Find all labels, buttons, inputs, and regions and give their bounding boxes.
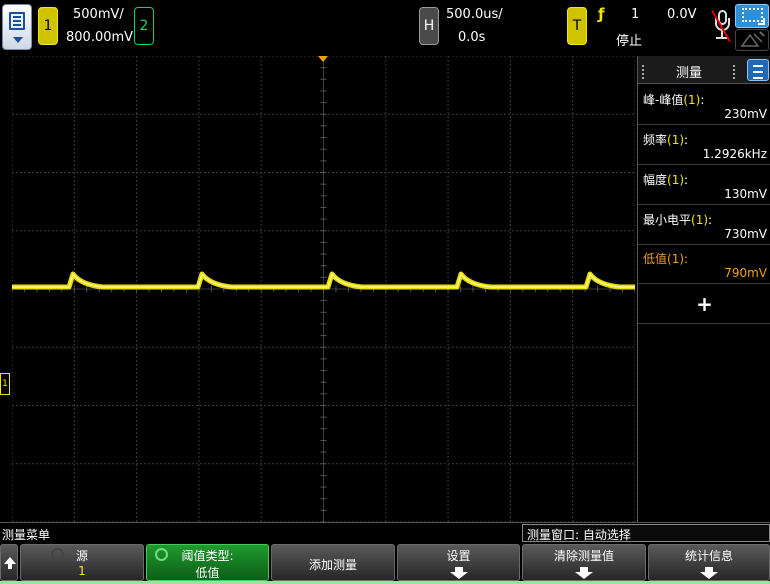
list-icon[interactable] <box>747 59 769 81</box>
trigger-badge[interactable]: T <box>567 7 587 45</box>
channel2-badge[interactable]: 2 <box>134 7 154 45</box>
measurement-channel: (1) <box>667 133 685 147</box>
clear-measurements-softkey[interactable]: 清除测量值 <box>522 544 646 581</box>
horizontal-timebase: 500.0us/ <box>446 7 503 22</box>
measurement-value: 130mV <box>724 187 767 201</box>
touch-gesture-button[interactable] <box>735 29 769 51</box>
drag-handle-icon[interactable] <box>733 65 739 79</box>
measurement-name: 峰-峰值 <box>643 93 684 107</box>
panel-header: 测量 <box>638 56 770 84</box>
channel1-offset: 800.00mV <box>66 30 134 45</box>
horizontal-badge[interactable]: H <box>419 7 439 45</box>
arrow-up-icon <box>4 557 16 564</box>
submenu-arrow-icon <box>449 567 468 579</box>
trigger-level: 0.0V <box>667 7 697 22</box>
channel1-badge[interactable]: 1 <box>38 7 58 45</box>
graticule <box>12 56 635 522</box>
measurement-name: 最小电平 <box>643 213 692 227</box>
trigger-position-marker <box>318 56 328 62</box>
measurement-amplitude[interactable]: 幅度(1): 130mV <box>638 166 770 205</box>
measurement-value: 790mV <box>724 266 767 280</box>
softkey-value: 1 <box>78 564 86 578</box>
measurement-peak-to-peak[interactable]: 峰-峰值(1): 230mV <box>638 86 770 125</box>
waveform-display[interactable] <box>12 56 635 522</box>
menu-status-bar: 测量菜单 测量窗口: 自动选择 <box>0 522 770 543</box>
measurement-minimum[interactable]: 最小电平(1): 730mV <box>638 206 770 245</box>
channel1-ground-marker[interactable]: 1 <box>0 373 10 395</box>
chevron-down-icon <box>13 37 23 43</box>
settings-softkey[interactable]: 设置 <box>397 544 520 581</box>
softkey-label: 统计信息 <box>684 549 733 563</box>
measurement-window-info: 测量窗口: 自动选择 <box>522 524 770 542</box>
statistics-softkey[interactable]: 统计信息 <box>648 544 770 581</box>
softkey-label: 源 <box>75 549 88 563</box>
measurement-colon: : <box>708 213 713 227</box>
measurement-colon: : <box>700 93 705 107</box>
submenu-arrow-icon <box>575 567 593 579</box>
softkey-label: 阈值类型: <box>181 549 234 563</box>
menu-name: 测量菜单 <box>2 528 51 542</box>
measurement-colon: : <box>684 133 689 147</box>
trigger-source: 1 <box>631 7 640 22</box>
acquisition-state: 停止 <box>616 34 643 49</box>
submenu-arrow-icon <box>700 567 718 579</box>
softkey-label: 清除测量值 <box>553 549 614 563</box>
measurement-channel: (1) <box>667 173 685 187</box>
panel-title: 测量 <box>676 66 703 81</box>
measurement-name: 低值 <box>643 252 668 266</box>
measurement-channel: (1) <box>691 213 709 227</box>
softkey-label: 设置 <box>446 549 471 563</box>
drag-handle-icon[interactable] <box>642 65 648 79</box>
measurements-panel: 测量 峰-峰值(1): 230mV 频率(1): 1.2926kHz 幅度(1)… <box>637 56 770 522</box>
measurement-name: 幅度 <box>643 173 668 187</box>
measurement-base[interactable]: 低值(1): 790mV <box>638 245 770 284</box>
measurement-channel: (1) <box>683 93 701 107</box>
horizontal-delay: 0.0s <box>458 30 486 45</box>
trigger-edge-icon: ƒ <box>598 5 605 23</box>
main-menu-button[interactable] <box>2 4 32 50</box>
add-measurement-button[interactable]: + <box>638 284 770 324</box>
zoom-select-button[interactable] <box>735 4 769 28</box>
back-button[interactable] <box>0 544 18 581</box>
channel1-scale: 500mV/ <box>73 7 124 22</box>
measurement-value: 730mV <box>724 227 767 241</box>
source-softkey[interactable]: 源 1 <box>20 544 144 581</box>
top-status-bar: 1 500mV/ 800.00mV 2 H 500.0us/ 0.0s T ƒ … <box>0 0 770 56</box>
measurement-channel: (1) <box>667 252 685 266</box>
add-measurement-softkey[interactable]: 添加测量 <box>271 544 395 581</box>
microphone-muted-icon[interactable] <box>711 9 731 44</box>
measurement-value: 1.2926kHz <box>702 147 767 161</box>
measurement-value: 230mV <box>724 107 767 121</box>
draw-triangle-icon <box>740 31 765 47</box>
measurement-name: 频率 <box>643 133 668 147</box>
measurement-frequency[interactable]: 频率(1): 1.2926kHz <box>638 126 770 165</box>
softkey-bar: 源 1 阈值类型: 低值 添加测量 设置 清除测量值 统计信息 <box>0 543 770 584</box>
softkey-value: 低值 <box>195 566 220 580</box>
menu-document-icon <box>9 12 25 30</box>
measurement-colon: : <box>684 252 689 266</box>
threshold-type-softkey[interactable]: 阈值类型: 低值 <box>146 544 269 581</box>
softkey-label: 添加测量 <box>308 558 357 572</box>
measurement-window-text: 测量窗口: 自动选择 <box>527 528 631 542</box>
measurement-colon: : <box>684 173 689 187</box>
left-margin <box>0 56 12 522</box>
